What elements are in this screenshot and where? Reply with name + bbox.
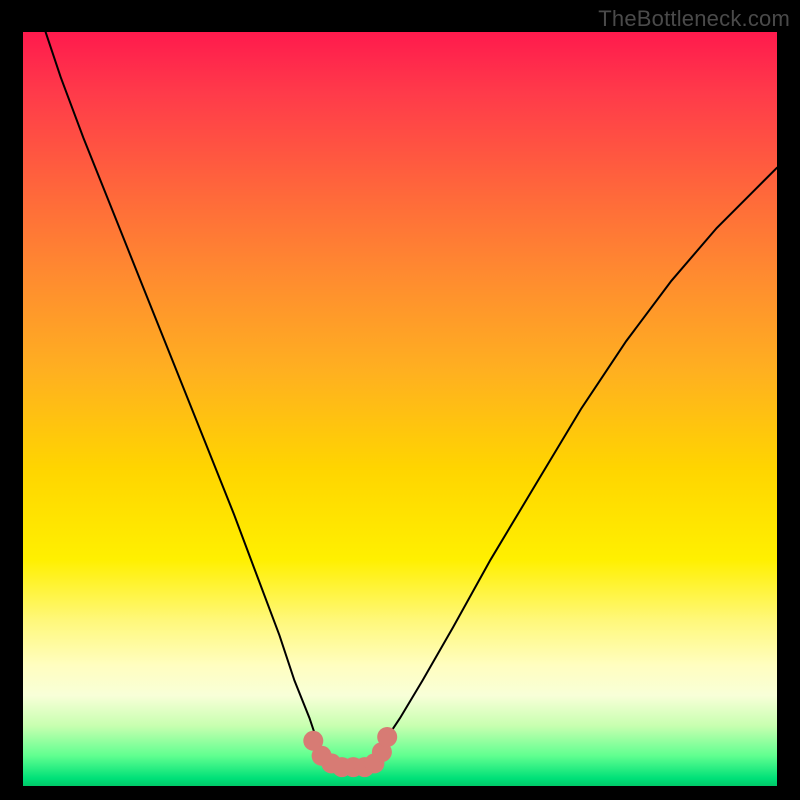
chart-marker-band (303, 727, 397, 777)
watermark-text: TheBottleneck.com (598, 6, 790, 32)
marker-dot (377, 727, 397, 747)
chart-svg (23, 32, 777, 786)
chart-plot-area (23, 32, 777, 786)
chart-curve (46, 32, 777, 767)
